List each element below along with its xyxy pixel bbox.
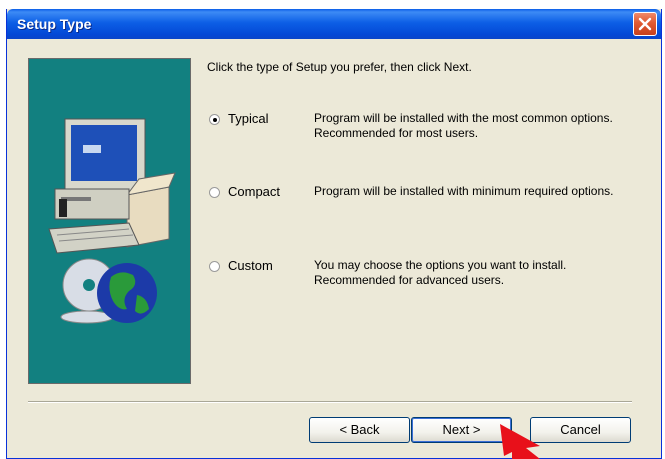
globe-icon: [97, 263, 157, 323]
cancel-button[interactable]: Cancel: [530, 417, 631, 443]
setup-illustration: [28, 58, 191, 384]
footer-separator: [28, 401, 632, 403]
setup-prompt: Click the type of Setup you prefer, then…: [207, 60, 472, 74]
computer-icon: [48, 118, 176, 254]
compact-radio[interactable]: [209, 187, 220, 198]
next-button[interactable]: Next >: [411, 417, 512, 443]
typical-description: Program will be installed with the most …: [314, 111, 613, 140]
compact-label[interactable]: Compact: [228, 184, 280, 199]
title-bar: Setup Type: [7, 9, 661, 39]
window-title: Setup Type: [17, 16, 92, 32]
custom-label[interactable]: Custom: [228, 258, 273, 273]
close-button[interactable]: [633, 12, 657, 36]
option-compact[interactable]: Compact Program will be installed with m…: [209, 184, 629, 224]
close-icon: [638, 17, 652, 31]
custom-radio[interactable]: [209, 261, 220, 272]
back-button[interactable]: < Back: [309, 417, 410, 443]
typical-label[interactable]: Typical: [228, 111, 268, 126]
option-custom[interactable]: Custom You may choose the options you wa…: [209, 258, 629, 298]
custom-description: You may choose the options you want to i…: [314, 258, 567, 287]
typical-radio[interactable]: [209, 114, 220, 125]
compact-description: Program will be installed with minimum r…: [314, 184, 614, 198]
option-typical[interactable]: Typical Program will be installed with t…: [209, 111, 629, 151]
